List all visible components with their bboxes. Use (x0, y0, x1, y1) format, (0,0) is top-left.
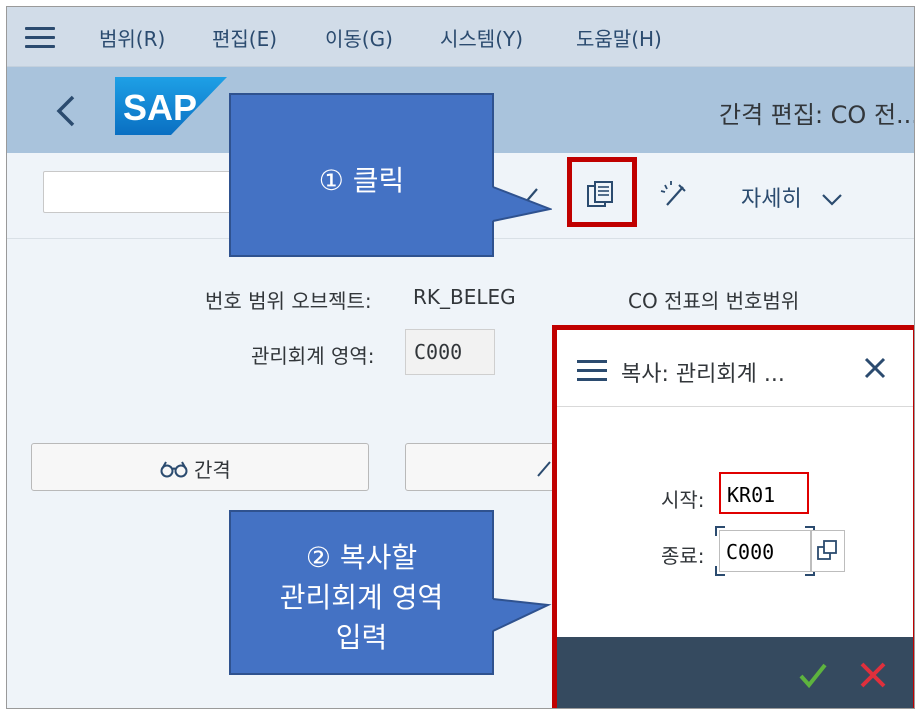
glasses-icon (160, 461, 188, 477)
focus-corner (715, 526, 725, 536)
dialog-title: 복사: 관리회계 ... (621, 362, 785, 387)
menu-item-help[interactable]: 도움말(H) (576, 23, 662, 52)
end-field[interactable]: C000 (719, 530, 811, 572)
menu-item-system[interactable]: 시스템(Y) (440, 23, 523, 52)
cancel-x-icon[interactable] (857, 659, 889, 691)
pencil-icon (537, 461, 551, 477)
callout-step2-text: ② 복사할 관리회계 영역 입력 (231, 538, 492, 658)
command-field[interactable] (43, 171, 243, 213)
value-help-icon (817, 540, 837, 560)
edit-wand-icon[interactable] (659, 179, 691, 211)
more-label: 자세히 (741, 187, 802, 212)
controlling-area-label: 관리회계 영역: (251, 344, 375, 368)
interval-button[interactable]: 간격 (31, 443, 369, 491)
checkmark-icon[interactable] (797, 659, 829, 691)
callout-step2: ② 복사할 관리회계 영역 입력 (229, 510, 494, 675)
value-help-button[interactable] (811, 530, 845, 572)
menu-item-goto[interactable]: 이동(G) (325, 23, 393, 52)
callout-step1-tail (492, 186, 552, 222)
close-icon[interactable] (863, 356, 887, 380)
number-range-object-desc: CO 전표의 번호범위 (628, 289, 800, 313)
dialog-header: 복사: 관리회계 ... (557, 330, 913, 407)
sap-window: 범위(R) 편집(E) 이동(G) 시스템(Y) 도움말(H) SAP 간격 편… (6, 6, 915, 709)
callout-step1: ① 클릭 (229, 93, 494, 257)
callout-step2-line2: 관리회계 영역 (279, 581, 444, 614)
dialog-footer (557, 637, 913, 708)
interval-button-label: 간격 (194, 458, 231, 482)
callout-step2-line1: ② 복사할 (305, 541, 418, 574)
back-arrow-icon[interactable] (51, 91, 81, 131)
sap-logo: SAP (115, 77, 227, 135)
number-range-object-label: 번호 범위 오브젝트: (205, 289, 372, 313)
controlling-area-field[interactable]: C000 (405, 329, 495, 375)
end-label: 종료: (661, 544, 705, 568)
edit-interval-button[interactable] (405, 443, 565, 491)
svg-text:SAP: SAP (123, 87, 197, 128)
chevron-down-icon (821, 194, 842, 206)
page-title: 간격 편집: CO 전... (719, 101, 915, 129)
menu-bar: 범위(R) 편집(E) 이동(G) 시스템(Y) 도움말(H) (7, 7, 914, 67)
copy-dialog: 복사: 관리회계 ... 시작: KR01 종료: C000 (557, 330, 913, 708)
copy-button-highlight (567, 157, 637, 227)
menu-item-edit[interactable]: 편집(E) (212, 23, 277, 52)
callout-step2-tail (492, 598, 552, 632)
hamburger-icon[interactable] (25, 27, 55, 49)
hamburger-icon[interactable] (577, 360, 607, 382)
number-range-object-value: RK_BELEG (413, 285, 516, 309)
callout-step2-line3: 입력 (335, 621, 388, 654)
menu-item-range[interactable]: 범위(R) (99, 23, 165, 52)
start-label: 시작: (661, 488, 705, 512)
focus-corner (715, 566, 725, 576)
more-button[interactable]: 자세히 (741, 181, 843, 213)
start-field[interactable]: KR01 (719, 472, 809, 514)
callout-step1-text: ① 클릭 (318, 164, 405, 197)
